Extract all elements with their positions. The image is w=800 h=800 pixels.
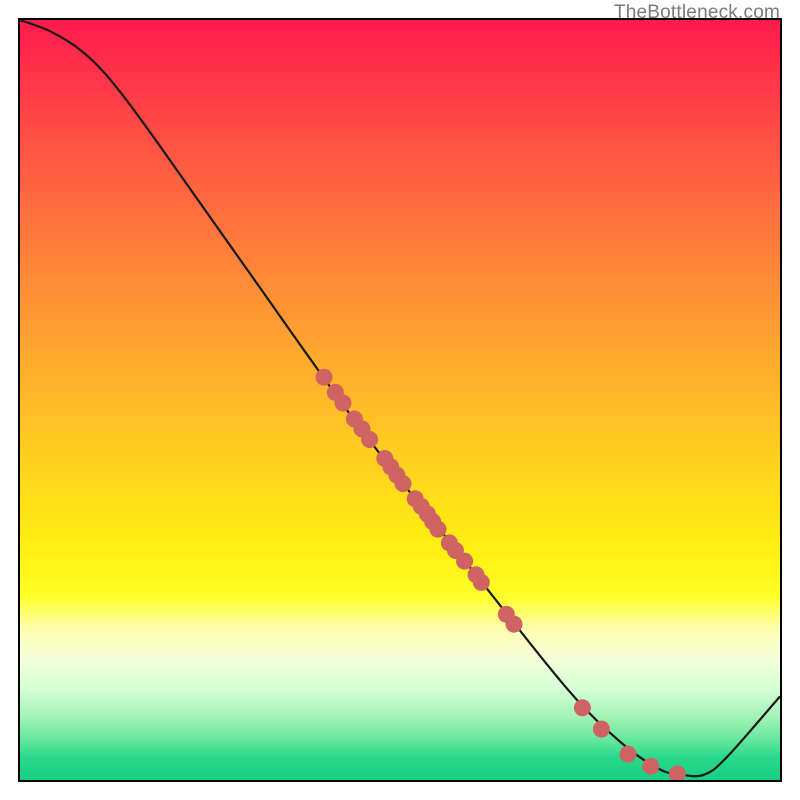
data-dot <box>335 395 352 412</box>
data-dot <box>430 521 447 538</box>
attribution-text: TheBottleneck.com <box>614 2 780 24</box>
data-dot <box>419 506 436 523</box>
data-dot <box>498 606 515 623</box>
data-dot <box>447 542 464 559</box>
data-dot <box>441 534 458 551</box>
data-dot <box>395 475 412 492</box>
data-dot <box>468 566 485 583</box>
data-dot <box>382 458 399 475</box>
bottleneck-curve <box>20 20 780 776</box>
data-dot <box>620 746 637 763</box>
data-dot <box>346 411 363 428</box>
data-dot <box>642 758 659 775</box>
data-dot <box>361 431 378 448</box>
data-dot <box>376 450 393 467</box>
data-dot <box>354 420 371 437</box>
data-dot <box>407 490 424 507</box>
data-dot <box>456 553 473 570</box>
data-dot <box>424 513 441 530</box>
data-dot <box>316 369 333 386</box>
data-dots <box>316 369 686 780</box>
data-dot <box>574 699 591 716</box>
data-dot <box>593 721 610 738</box>
data-dot <box>413 498 430 515</box>
chart-overlay-svg <box>20 20 780 780</box>
data-dot <box>669 765 686 780</box>
data-dot <box>327 384 344 401</box>
data-dot <box>473 574 490 591</box>
chart-container: TheBottleneck.com <box>0 0 800 800</box>
data-dot <box>506 616 523 633</box>
data-dot <box>388 467 405 484</box>
plot-area <box>18 18 782 782</box>
